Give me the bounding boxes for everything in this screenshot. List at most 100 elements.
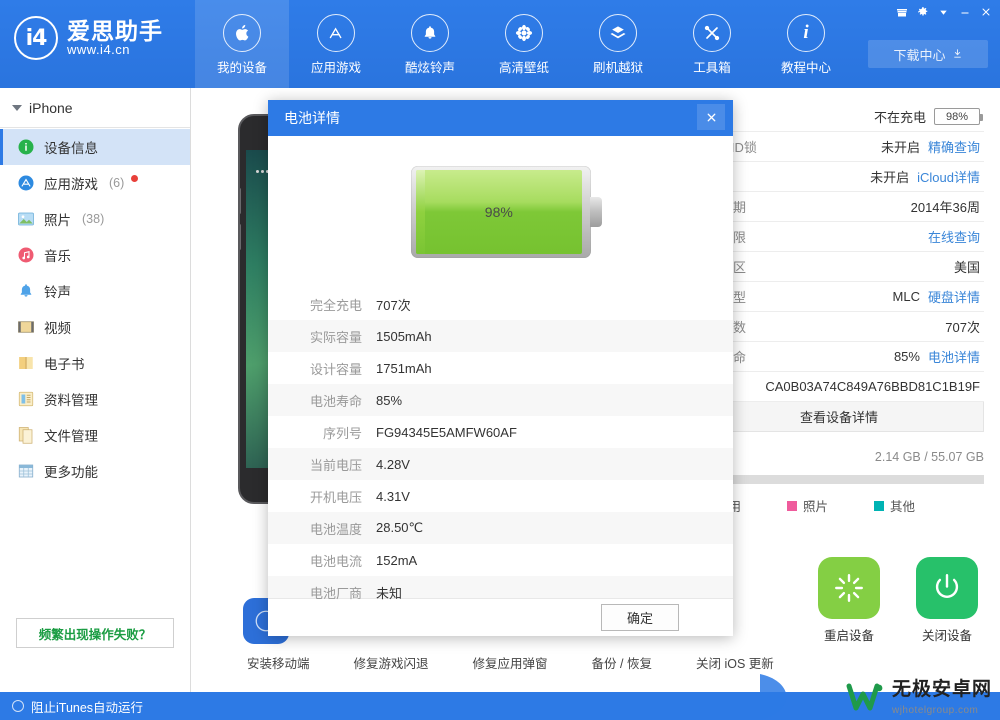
info-value: 85% — [893, 349, 920, 364]
gear-icon[interactable] — [912, 2, 933, 22]
info-value: MLC — [892, 289, 920, 304]
icloud-detail-link[interactable]: iCloud详情 — [917, 167, 980, 186]
video-icon — [16, 318, 35, 337]
sidebar-item-label: 资料管理 — [44, 393, 98, 408]
nav-item-wallpapers[interactable]: 高清壁纸 — [477, 0, 571, 88]
toolbar-fix-app-popup[interactable]: 修复应用弹窗 — [473, 653, 548, 672]
detail-row-current: 电池电流 152mA — [268, 544, 733, 576]
brand-name: 爱思助手 — [67, 18, 163, 45]
sidebar-device-name: iPhone — [29, 99, 73, 116]
restart-icon — [818, 557, 880, 619]
detail-label: 当前电压 — [309, 457, 362, 473]
sidebar-item-label: 视频 — [44, 321, 71, 336]
chevron-down-icon[interactable] — [933, 2, 954, 22]
info-row-icloud: iCloud 未开启 iCloud详情 — [694, 162, 984, 192]
download-center-button[interactable]: 下载中心 — [868, 40, 988, 68]
bell-icon — [16, 282, 35, 301]
toolbar-install-mobile[interactable]: 安装移动端 — [247, 653, 310, 672]
nav-label: 应用游戏 — [310, 61, 361, 75]
shutdown-device-button[interactable]: 关闭设备 — [916, 557, 978, 644]
online-query-link[interactable]: 在线查询 — [928, 227, 980, 246]
data-icon — [16, 390, 35, 409]
detail-label: 实际容量 — [309, 329, 362, 345]
nav-item-ringtones[interactable]: 酷炫铃声 — [383, 0, 477, 88]
sidebar-item-apps-games[interactable]: 应用游戏 (6) — [0, 165, 190, 201]
detail-label: 序列号 — [322, 425, 362, 441]
download-icon — [952, 47, 963, 62]
brand-url: www.i4.cn — [67, 42, 131, 58]
box-icon — [599, 14, 637, 52]
power-icon — [916, 557, 978, 619]
detail-label: 电池电流 — [309, 553, 362, 569]
book-icon — [16, 354, 35, 373]
action-label: 关闭设备 — [921, 629, 972, 643]
sidebar-item-ringtones[interactable]: 铃声 — [0, 273, 190, 309]
dialog-header: 电池详情 — [268, 100, 733, 136]
battery-shell: 98% — [410, 166, 602, 258]
detail-row-battery-life: 电池寿命 85% — [268, 384, 733, 416]
sidebar-item-more-features[interactable]: 更多功能 — [0, 453, 190, 489]
battery-detail-link[interactable]: 电池详情 — [928, 347, 980, 366]
volume-button — [240, 224, 241, 250]
nav-item-apps-games[interactable]: 应用游戏 — [289, 0, 383, 88]
sidebar-item-count: (6) — [109, 176, 125, 190]
battery-badge: 98% — [934, 108, 983, 125]
disk-detail-link[interactable]: 硬盘详情 — [928, 287, 980, 306]
minimize-icon[interactable] — [954, 2, 975, 22]
sidebar-item-data-manage[interactable]: 资料管理 — [0, 381, 190, 417]
detail-label: 开机电压 — [309, 489, 362, 505]
device-info-panel: 不在充电 98% Apple ID锁 未开启 精确查询 iCloud 未开启 i… — [694, 102, 984, 515]
bottom-toolbar: 安装移动端 修复游戏闪退 修复应用弹窗 备份 / 恢复 关闭 iOS 更新 — [191, 653, 1000, 672]
restart-device-button[interactable]: 重启设备 — [818, 557, 880, 644]
precise-query-link[interactable]: 精确查询 — [928, 137, 980, 156]
battery-detail-rows: 完全充电 707次 实际容量 1505mAh 设计容量 1751mAh 电池寿命… — [268, 288, 733, 608]
help-button[interactable]: 频繁出现操作失败？ — [16, 618, 174, 648]
storage-legend: 应用 照片 其他 — [694, 496, 984, 515]
nav-item-flash-jailbreak[interactable]: 刷机越狱 — [571, 0, 665, 88]
nav-item-toolbox[interactable]: 工具箱 — [665, 0, 759, 88]
watermark-url: wjhotelgroup.com — [891, 705, 979, 716]
toolbar-backup-restore[interactable]: 备份 / 恢复 — [592, 653, 652, 672]
view-device-detail-button[interactable]: 查看设备详情 — [694, 402, 984, 432]
info-value: 未开启 — [880, 140, 920, 155]
info-row-warranty: 保修期限 在线查询 — [694, 222, 984, 252]
nav-item-my-device[interactable]: 我的设备 — [195, 0, 289, 88]
confirm-button[interactable]: 确定 — [601, 604, 679, 631]
detail-value: 28.50℃ — [376, 520, 424, 535]
sidebar-item-file-manage[interactable]: 文件管理 — [0, 417, 190, 453]
close-icon[interactable] — [697, 104, 725, 130]
detail-row-temperature: 电池温度 28.50℃ — [268, 512, 733, 544]
legend-label: 其他 — [890, 500, 916, 514]
sidebar-item-videos[interactable]: 视频 — [0, 309, 190, 345]
battery-detail-dialog: 电池详情 98% 完全充电 707次 实际容量 1505mAh 设计容量 175… — [268, 100, 733, 636]
sidebar-device-header[interactable]: iPhone — [0, 88, 190, 128]
detail-row-design-capacity: 设计容量 1751mAh — [268, 352, 733, 384]
volume-button — [240, 188, 241, 214]
photo-icon — [16, 210, 35, 229]
sidebar-item-ebooks[interactable]: 电子书 — [0, 345, 190, 381]
info-row-charge-count: 充电次数 707次 — [694, 312, 984, 342]
detail-value: 85% — [376, 392, 403, 408]
gift-icon[interactable] — [891, 2, 912, 22]
notification-badge — [131, 174, 139, 182]
info-value: 不在充电 — [873, 110, 926, 125]
itunes-label: 阻止iTunes自动运行 — [31, 700, 144, 715]
nav-item-tutorials[interactable]: i 教程中心 — [759, 0, 853, 88]
detail-value: 1505mAh — [376, 328, 432, 344]
itunes-toggle[interactable] — [12, 700, 24, 712]
dialog-footer: 确定 — [268, 598, 733, 636]
sidebar-item-device-info[interactable]: 设备信息 — [0, 129, 190, 165]
watermark-logo-icon — [845, 682, 885, 717]
sidebar-item-photos[interactable]: 照片 (38) — [0, 201, 190, 237]
close-icon[interactable] — [975, 2, 996, 22]
watermark: 无极安卓网 wjhotelgroup.com — [845, 680, 992, 718]
dialog-title: 电池详情 — [284, 110, 340, 126]
toolbar-fix-game-crash[interactable]: 修复游戏闪退 — [354, 653, 429, 672]
detail-value: 4.28V — [376, 456, 410, 472]
window-controls — [891, 2, 996, 22]
sidebar-item-music[interactable]: 音乐 — [0, 237, 190, 273]
toolbar-disable-ios-update[interactable]: 关闭 iOS 更新 — [696, 653, 774, 672]
detail-value: FG94345E5AMFW60AF — [376, 424, 517, 440]
legend-photos: 照片 — [787, 496, 828, 515]
detail-label: 电池寿命 — [309, 393, 362, 409]
